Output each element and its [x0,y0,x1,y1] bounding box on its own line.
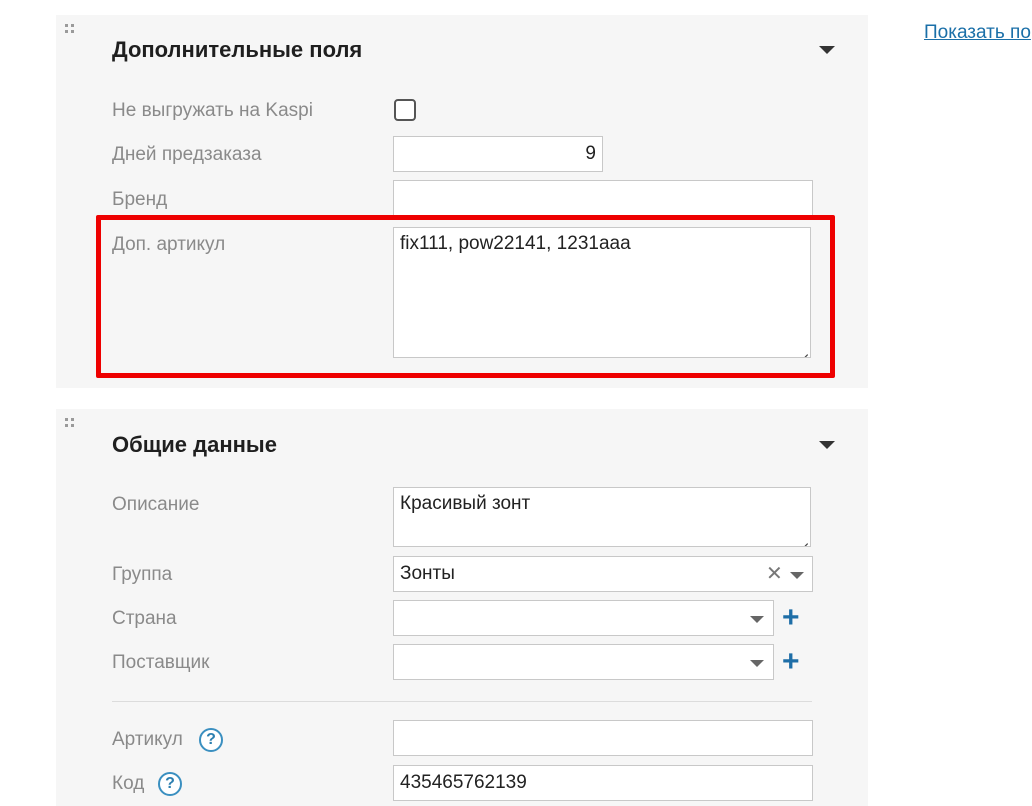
divider [112,701,812,702]
label-country: Страна [112,608,177,629]
supplier-select[interactable] [393,644,774,680]
panel-title-general: Общие данные [112,432,277,457]
label-group: Группа [112,564,173,585]
add-country-icon[interactable]: + [782,603,800,633]
general-data-panel: Общие данные Описание Красивый зонт Груп… [56,409,868,806]
code-input[interactable]: 435465762139 [393,765,813,801]
panel-title-extra: Дополнительные поля [112,37,363,62]
no-export-kaspi-checkbox[interactable] [394,99,416,121]
show-link[interactable]: Показать по [924,22,1032,44]
page: Дополнительные поля Не выгружать на Kasp… [0,0,1032,806]
clear-icon[interactable]: ✕ [766,563,783,585]
chevron-down-icon[interactable] [750,616,764,623]
description-textarea[interactable]: Красивый зонт [393,487,811,547]
chevron-down-icon[interactable] [790,572,804,579]
drag-handle-icon[interactable] [65,418,77,428]
label-preorder-days: Дней предзаказа [112,144,262,165]
label-sku: Артикул [112,729,183,750]
add-supplier-icon[interactable]: + [782,647,800,677]
collapse-icon[interactable] [819,441,835,449]
collapse-icon[interactable] [819,46,835,54]
label-brand: Бренд [112,189,168,210]
help-icon[interactable]: ? [158,772,182,796]
label-code: Код [112,773,145,794]
label-no-export-kaspi: Не выгружать на Kaspi [112,100,313,121]
help-icon[interactable]: ? [199,728,223,752]
label-description: Описание [112,494,200,515]
drag-handle-icon[interactable] [65,24,77,34]
preorder-days-input[interactable]: 9 [393,136,603,172]
highlight-frame [96,215,835,378]
country-select[interactable] [393,600,774,636]
sku-input[interactable] [393,720,813,756]
group-selected-value: Зонты [400,563,455,584]
description-value: Красивый зонт [400,493,531,514]
brand-input[interactable] [393,180,813,216]
group-select[interactable]: Зонты ✕ [393,556,813,592]
label-supplier: Поставщик [112,652,210,673]
chevron-down-icon[interactable] [750,660,764,667]
resize-grip-icon[interactable] [796,532,808,544]
